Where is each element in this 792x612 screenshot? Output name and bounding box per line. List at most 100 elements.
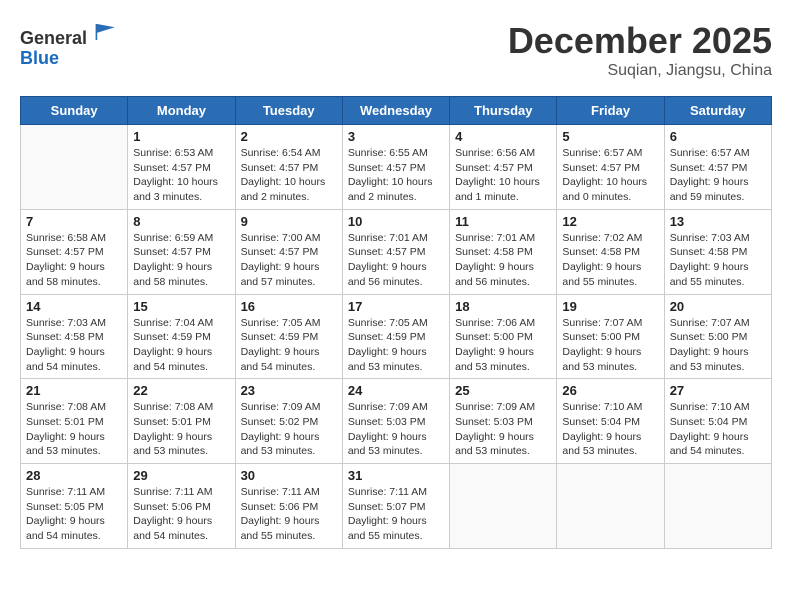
day-number: 5 xyxy=(562,129,658,144)
day-number: 11 xyxy=(455,214,551,229)
day-of-week-header: Monday xyxy=(128,97,235,125)
calendar-week-row: 14 Sunrise: 7:03 AM Sunset: 4:58 PM Dayli… xyxy=(21,294,772,379)
calendar-week-row: 28 Sunrise: 7:11 AM Sunset: 5:05 PM Dayli… xyxy=(21,464,772,549)
calendar-cell xyxy=(557,464,664,549)
calendar-cell: 13 Sunrise: 7:03 AM Sunset: 4:58 PM Dayli… xyxy=(664,209,771,294)
day-of-week-header: Saturday xyxy=(664,97,771,125)
title-block: December 2025 Suqian, Jiangsu, China xyxy=(508,20,772,80)
day-number: 29 xyxy=(133,468,229,483)
calendar-cell: 22 Sunrise: 7:08 AM Sunset: 5:01 PM Dayli… xyxy=(128,379,235,464)
day-number: 20 xyxy=(670,299,766,314)
day-info: Sunrise: 7:09 AM Sunset: 5:02 PM Dayligh… xyxy=(241,400,337,459)
calendar-cell: 8 Sunrise: 6:59 AM Sunset: 4:57 PM Daylig… xyxy=(128,209,235,294)
calendar-cell: 2 Sunrise: 6:54 AM Sunset: 4:57 PM Daylig… xyxy=(235,125,342,210)
day-number: 28 xyxy=(26,468,122,483)
calendar-cell: 14 Sunrise: 7:03 AM Sunset: 4:58 PM Dayli… xyxy=(21,294,128,379)
day-info: Sunrise: 6:58 AM Sunset: 4:57 PM Dayligh… xyxy=(26,231,122,290)
day-info: Sunrise: 6:59 AM Sunset: 4:57 PM Dayligh… xyxy=(133,231,229,290)
day-info: Sunrise: 7:01 AM Sunset: 4:58 PM Dayligh… xyxy=(455,231,551,290)
day-info: Sunrise: 7:09 AM Sunset: 5:03 PM Dayligh… xyxy=(455,400,551,459)
day-info: Sunrise: 6:55 AM Sunset: 4:57 PM Dayligh… xyxy=(348,146,444,205)
calendar-cell xyxy=(450,464,557,549)
day-number: 30 xyxy=(241,468,337,483)
calendar-cell: 9 Sunrise: 7:00 AM Sunset: 4:57 PM Daylig… xyxy=(235,209,342,294)
day-info: Sunrise: 6:57 AM Sunset: 4:57 PM Dayligh… xyxy=(670,146,766,205)
day-number: 3 xyxy=(348,129,444,144)
calendar-cell: 26Sunrise: 7:10 AM Sunset: 5:04 PM Dayli… xyxy=(557,379,664,464)
day-number: 13 xyxy=(670,214,766,229)
day-info: Sunrise: 7:10 AM Sunset: 5:04 PM Dayligh… xyxy=(670,400,766,459)
day-info: Sunrise: 7:01 AM Sunset: 4:57 PM Dayligh… xyxy=(348,231,444,290)
day-number: 14 xyxy=(26,299,122,314)
day-number: 2 xyxy=(241,129,337,144)
day-info: Sunrise: 7:00 AM Sunset: 4:57 PM Dayligh… xyxy=(241,231,337,290)
calendar-cell: 4 Sunrise: 6:56 AM Sunset: 4:57 PM Daylig… xyxy=(450,125,557,210)
day-number: 26 xyxy=(562,383,658,398)
calendar-cell: 15Sunrise: 7:04 AM Sunset: 4:59 PM Dayli… xyxy=(128,294,235,379)
logo-flag-icon xyxy=(94,20,118,44)
calendar-cell: 19 Sunrise: 7:07 AM Sunset: 5:00 PM Dayli… xyxy=(557,294,664,379)
calendar-cell: 1 Sunrise: 6:53 AM Sunset: 4:57 PM Daylig… xyxy=(128,125,235,210)
day-number: 16 xyxy=(241,299,337,314)
calendar-cell: 12Sunrise: 7:02 AM Sunset: 4:58 PM Dayli… xyxy=(557,209,664,294)
day-info: Sunrise: 7:11 AM Sunset: 5:07 PM Dayligh… xyxy=(348,485,444,544)
day-info: Sunrise: 7:06 AM Sunset: 5:00 PM Dayligh… xyxy=(455,316,551,375)
day-number: 27 xyxy=(670,383,766,398)
day-of-week-header: Sunday xyxy=(21,97,128,125)
calendar-cell xyxy=(21,125,128,210)
day-number: 23 xyxy=(241,383,337,398)
day-number: 24 xyxy=(348,383,444,398)
day-number: 9 xyxy=(241,214,337,229)
calendar-cell: 30Sunrise: 7:11 AM Sunset: 5:06 PM Dayli… xyxy=(235,464,342,549)
day-info: Sunrise: 7:07 AM Sunset: 5:00 PM Dayligh… xyxy=(670,316,766,375)
calendar-cell: 6Sunrise: 6:57 AM Sunset: 4:57 PM Daylig… xyxy=(664,125,771,210)
day-number: 4 xyxy=(455,129,551,144)
calendar-table: SundayMondayTuesdayWednesdayThursdayFrid… xyxy=(20,96,772,549)
day-info: Sunrise: 7:11 AM Sunset: 5:05 PM Dayligh… xyxy=(26,485,122,544)
calendar-cell: 17Sunrise: 7:05 AM Sunset: 4:59 PM Dayli… xyxy=(342,294,449,379)
day-info: Sunrise: 7:07 AM Sunset: 5:00 PM Dayligh… xyxy=(562,316,658,375)
day-info: Sunrise: 7:03 AM Sunset: 4:58 PM Dayligh… xyxy=(670,231,766,290)
calendar-header-row: SundayMondayTuesdayWednesdayThursdayFrid… xyxy=(21,97,772,125)
day-number: 17 xyxy=(348,299,444,314)
day-info: Sunrise: 7:08 AM Sunset: 5:01 PM Dayligh… xyxy=(133,400,229,459)
day-of-week-header: Tuesday xyxy=(235,97,342,125)
calendar-week-row: 7 Sunrise: 6:58 AM Sunset: 4:57 PM Daylig… xyxy=(21,209,772,294)
month-title: December 2025 xyxy=(508,20,772,62)
calendar-cell: 3 Sunrise: 6:55 AM Sunset: 4:57 PM Daylig… xyxy=(342,125,449,210)
day-number: 19 xyxy=(562,299,658,314)
day-info: Sunrise: 7:05 AM Sunset: 4:59 PM Dayligh… xyxy=(241,316,337,375)
calendar-cell: 29 Sunrise: 7:11 AM Sunset: 5:06 PM Dayli… xyxy=(128,464,235,549)
page-header: General Blue December 2025 Suqian, Jiang… xyxy=(20,20,772,80)
day-number: 7 xyxy=(26,214,122,229)
day-number: 1 xyxy=(133,129,229,144)
day-number: 31 xyxy=(348,468,444,483)
calendar-cell: 21Sunrise: 7:08 AM Sunset: 5:01 PM Dayli… xyxy=(21,379,128,464)
day-info: Sunrise: 7:08 AM Sunset: 5:01 PM Dayligh… xyxy=(26,400,122,459)
logo-general: General xyxy=(20,28,87,48)
day-number: 12 xyxy=(562,214,658,229)
day-of-week-header: Wednesday xyxy=(342,97,449,125)
calendar-cell: 27 Sunrise: 7:10 AM Sunset: 5:04 PM Dayli… xyxy=(664,379,771,464)
logo: General Blue xyxy=(20,20,118,69)
day-number: 8 xyxy=(133,214,229,229)
day-info: Sunrise: 7:03 AM Sunset: 4:58 PM Dayligh… xyxy=(26,316,122,375)
day-info: Sunrise: 6:56 AM Sunset: 4:57 PM Dayligh… xyxy=(455,146,551,205)
calendar-cell: 25Sunrise: 7:09 AM Sunset: 5:03 PM Dayli… xyxy=(450,379,557,464)
day-number: 15 xyxy=(133,299,229,314)
calendar-cell: 20 Sunrise: 7:07 AM Sunset: 5:00 PM Dayli… xyxy=(664,294,771,379)
day-info: Sunrise: 6:54 AM Sunset: 4:57 PM Dayligh… xyxy=(241,146,337,205)
calendar-cell: 18 Sunrise: 7:06 AM Sunset: 5:00 PM Dayli… xyxy=(450,294,557,379)
day-info: Sunrise: 6:53 AM Sunset: 4:57 PM Dayligh… xyxy=(133,146,229,205)
day-info: Sunrise: 7:09 AM Sunset: 5:03 PM Dayligh… xyxy=(348,400,444,459)
location-subtitle: Suqian, Jiangsu, China xyxy=(508,62,772,80)
day-info: Sunrise: 7:11 AM Sunset: 5:06 PM Dayligh… xyxy=(133,485,229,544)
calendar-cell: 23 Sunrise: 7:09 AM Sunset: 5:02 PM Dayli… xyxy=(235,379,342,464)
calendar-cell: 24 Sunrise: 7:09 AM Sunset: 5:03 PM Dayli… xyxy=(342,379,449,464)
day-number: 22 xyxy=(133,383,229,398)
calendar-cell: 5Sunrise: 6:57 AM Sunset: 4:57 PM Daylig… xyxy=(557,125,664,210)
day-of-week-header: Friday xyxy=(557,97,664,125)
calendar-cell: 16 Sunrise: 7:05 AM Sunset: 4:59 PM Dayli… xyxy=(235,294,342,379)
day-number: 18 xyxy=(455,299,551,314)
calendar-week-row: 1 Sunrise: 6:53 AM Sunset: 4:57 PM Daylig… xyxy=(21,125,772,210)
